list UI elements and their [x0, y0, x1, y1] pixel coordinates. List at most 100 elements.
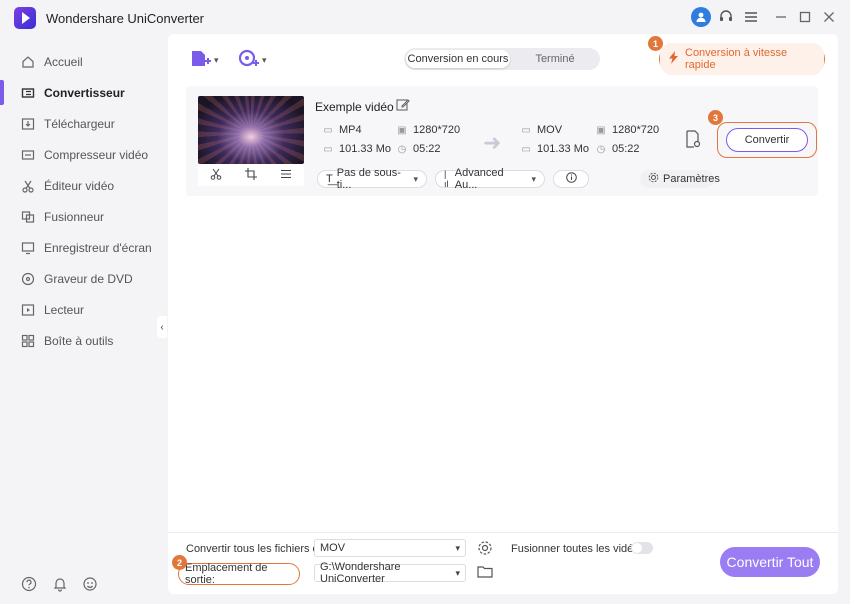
- screen-record-icon: [20, 240, 36, 256]
- subtitle-dropdown[interactable]: T͟ Pas de sous-ti... ▾: [317, 167, 427, 191]
- source-duration: ◷ 05:22: [397, 143, 441, 155]
- sidebar-item-screen-recorder[interactable]: Enregistreur d'écran: [0, 232, 166, 263]
- subtitle-icon: T͟: [326, 173, 333, 185]
- convert-highlight: Convertir: [717, 122, 817, 158]
- clock-icon: ◷: [397, 143, 407, 155]
- main-panel: ▾ ▾ Conversion en cours Terminé Conversi…: [168, 34, 838, 594]
- footer-bar: Convertir tous les fichiers en: MOV ▾ Fu…: [168, 532, 838, 594]
- user-icon[interactable]: [691, 7, 711, 27]
- parameters-button[interactable]: Paramètres: [640, 170, 720, 188]
- app-logo: [14, 7, 36, 29]
- close-button[interactable]: [820, 8, 838, 26]
- source-resolution: ▣ 1280*720: [397, 124, 461, 136]
- step-badge-2: 2: [172, 555, 187, 570]
- merge-videos-label: Fusionner toutes les vidéos: [511, 543, 645, 555]
- video-thumbnail[interactable]: [198, 96, 304, 164]
- sidebar-item-dvd-burner[interactable]: Graveur de DVD: [0, 263, 166, 294]
- sidebar-item-editor[interactable]: Éditeur vidéo: [0, 170, 166, 201]
- feedback-icon[interactable]: [81, 575, 99, 593]
- target-duration: ◷ 05:22: [596, 143, 640, 155]
- target-resolution: ▣ 1280*720: [596, 124, 660, 136]
- add-disc-icon: [238, 49, 260, 72]
- format-settings-icon[interactable]: [477, 540, 493, 559]
- chevron-down-icon: ▾: [455, 567, 460, 578]
- toolbox-icon: [20, 333, 36, 349]
- folder-icon: ▭: [521, 143, 531, 155]
- video-icon: ▭: [323, 124, 333, 136]
- step-badge-3: 3: [708, 110, 723, 125]
- player-icon: [20, 302, 36, 318]
- support-icon[interactable]: [716, 7, 736, 27]
- effects-list-icon[interactable]: [280, 168, 292, 183]
- help-icon[interactable]: [20, 575, 38, 593]
- conversion-arrow-icon: ➜: [483, 130, 502, 155]
- chevron-down-icon: ▾: [214, 54, 219, 65]
- info-button[interactable]: [553, 170, 589, 188]
- sidebar-item-label: Lecteur: [44, 302, 85, 317]
- clock-icon: ◷: [596, 143, 606, 155]
- convert-all-format-select[interactable]: MOV ▾: [314, 539, 466, 557]
- add-file-icon: [190, 49, 212, 72]
- sidebar-item-label: Éditeur vidéo: [44, 178, 115, 193]
- resolution-icon: ▣: [596, 124, 606, 136]
- high-speed-label: Conversion à vitesse rapide: [685, 47, 788, 71]
- sidebar-item-label: Convertisseur: [44, 85, 125, 100]
- add-from-device-button[interactable]: ▾: [238, 49, 267, 72]
- lightning-icon: [668, 51, 679, 67]
- high-speed-conversion-toggle[interactable]: Conversion à vitesse rapide: [659, 43, 825, 75]
- trim-scissors-icon[interactable]: [210, 168, 222, 183]
- home-icon: [20, 54, 36, 70]
- sidebar-item-label: Boîte à outils: [44, 333, 114, 348]
- sidebar-item-label: Graveur de DVD: [44, 271, 133, 286]
- convert-button[interactable]: Convertir: [726, 128, 808, 152]
- crop-icon[interactable]: [244, 167, 257, 183]
- sidebar-item-toolbox[interactable]: Boîte à outils: [0, 325, 166, 356]
- source-size: ▭ 101.33 Mo: [323, 143, 391, 155]
- step-badge-1: 1: [648, 36, 663, 51]
- converter-icon: [20, 85, 36, 101]
- bell-icon[interactable]: [51, 575, 69, 593]
- edit-name-icon[interactable]: [396, 98, 410, 115]
- sidebar-item-home[interactable]: Accueil: [0, 46, 166, 77]
- target-format: ▭ MOV: [521, 124, 563, 136]
- output-settings-icon[interactable]: [684, 130, 702, 151]
- sidebar-item-compressor[interactable]: Compresseur vidéo: [0, 139, 166, 170]
- minimize-button[interactable]: [772, 8, 790, 26]
- resolution-icon: ▣: [397, 124, 407, 136]
- menu-icon[interactable]: [741, 7, 761, 27]
- sidebar-item-converter[interactable]: Convertisseur: [0, 77, 166, 108]
- open-folder-icon[interactable]: [477, 565, 493, 582]
- compress-icon: [20, 147, 36, 163]
- sidebar-item-label: Fusionneur: [44, 209, 105, 224]
- conversion-tabs: Conversion en cours Terminé: [404, 48, 600, 70]
- chevron-down-icon: ▾: [531, 173, 536, 184]
- tab-converting[interactable]: Conversion en cours: [406, 50, 510, 68]
- output-location-select[interactable]: G:\Wondershare UniConverter ▾: [314, 561, 466, 585]
- sidebar-item-label: Enregistreur d'écran: [44, 240, 152, 255]
- sidebar-item-label: Accueil: [44, 54, 83, 69]
- sidebar-item-player[interactable]: Lecteur: [0, 294, 166, 325]
- maximize-button[interactable]: [796, 8, 814, 26]
- thumbnail-toolbar: [198, 164, 304, 186]
- chevron-down-icon: ▾: [455, 542, 460, 553]
- source-format: ▭ MP4: [323, 124, 362, 136]
- chevron-down-icon: ▾: [413, 173, 418, 184]
- dvd-icon: [20, 271, 36, 287]
- audio-wave-icon: |ıl: [444, 169, 449, 189]
- sidebar-item-label: Compresseur vidéo: [44, 147, 149, 162]
- sidebar: Accueil Convertisseur Téléchargeur Compr…: [0, 34, 166, 604]
- convert-all-button[interactable]: Convertir Tout: [720, 547, 820, 577]
- target-size: ▭ 101.33 Mo: [521, 143, 589, 155]
- sidebar-collapse-handle[interactable]: ‹: [157, 316, 167, 338]
- audio-dropdown[interactable]: |ıl Advanced Au... ▾: [435, 167, 545, 191]
- folder-icon: ▭: [323, 143, 333, 155]
- scissors-icon: [20, 178, 36, 194]
- video-icon: ▭: [521, 124, 531, 136]
- merge-videos-toggle[interactable]: [631, 542, 653, 554]
- app-title: Wondershare UniConverter: [46, 11, 204, 26]
- sidebar-item-downloader[interactable]: Téléchargeur: [0, 108, 166, 139]
- tab-finished[interactable]: Terminé: [512, 50, 598, 68]
- add-files-button[interactable]: ▾: [190, 50, 219, 70]
- sidebar-item-merger[interactable]: Fusionneur: [0, 201, 166, 232]
- info-icon: [565, 172, 577, 186]
